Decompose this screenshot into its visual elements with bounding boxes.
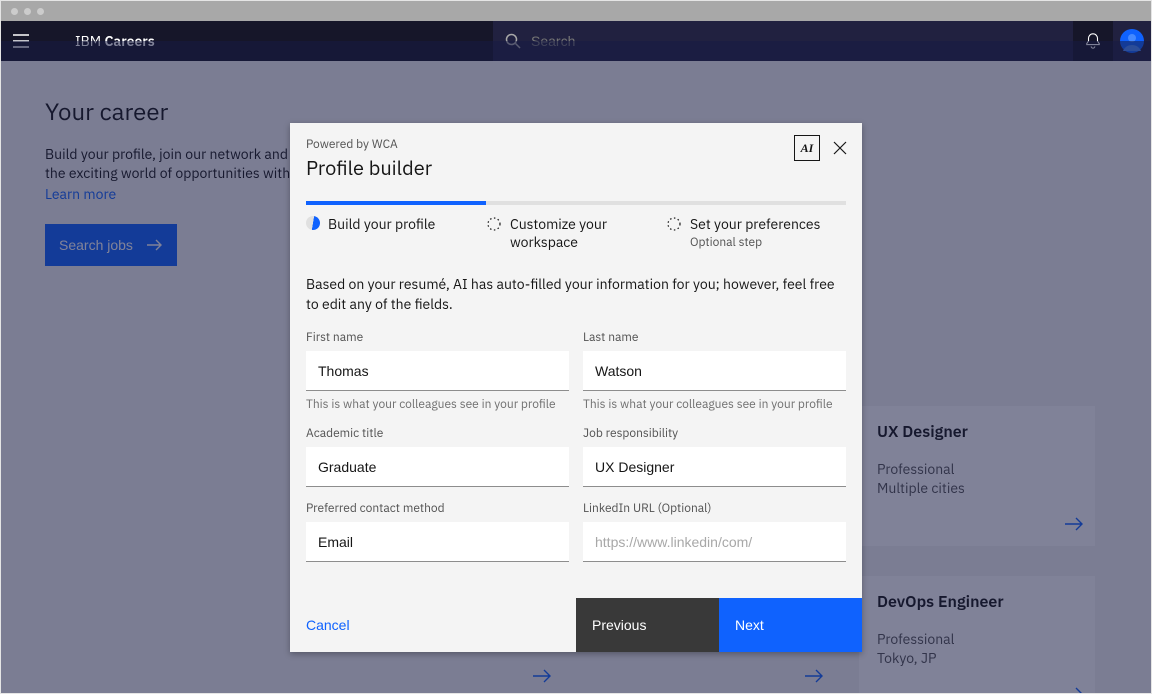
modal-title: Profile builder: [306, 154, 846, 181]
preferred-contact-label: Preferred contact method: [306, 501, 569, 516]
modal-intro: Based on your resumé, AI has auto-filled…: [306, 275, 846, 314]
job-responsibility-label: Job responsibility: [583, 426, 846, 441]
step-label: Customize your workspace: [510, 215, 607, 251]
step-customize-workspace[interactable]: Customize your workspace: [486, 215, 666, 251]
academic-title-label: Academic title: [306, 426, 569, 441]
cancel-button[interactable]: Cancel: [290, 598, 576, 652]
step-build-profile[interactable]: Build your profile: [306, 215, 486, 251]
step-label: Set your preferences: [690, 215, 820, 233]
step-label: Build your profile: [328, 215, 435, 233]
modal-subtitle: Powered by WCA: [306, 137, 846, 152]
last-name-hint: This is what your colleagues see in your…: [583, 397, 846, 412]
close-icon: [833, 141, 847, 155]
preferred-contact-field[interactable]: [306, 522, 569, 562]
step-pending-icon: [666, 216, 682, 232]
step-indicator-icon: [305, 215, 321, 231]
stepper: Build your profile Customize your worksp…: [290, 201, 862, 251]
linkedin-url-label: LinkedIn URL (Optional): [583, 501, 846, 516]
window-titlebar: [1, 1, 1151, 21]
close-button[interactable]: [828, 136, 852, 160]
step-pending-icon: [486, 216, 502, 232]
next-button[interactable]: Next: [719, 598, 862, 652]
first-name-field[interactable]: [306, 351, 569, 391]
linkedin-url-field[interactable]: [583, 522, 846, 562]
first-name-hint: This is what your colleagues see in your…: [306, 397, 569, 412]
traffic-light-icon: [11, 8, 18, 15]
academic-title-field[interactable]: [306, 447, 569, 487]
step-set-preferences[interactable]: Set your preferences Optional step: [666, 215, 846, 251]
ai-badge: AI: [794, 135, 820, 161]
job-responsibility-field[interactable]: [583, 447, 846, 487]
step-sublabel: Optional step: [690, 235, 820, 250]
last-name-label: Last name: [583, 330, 846, 345]
previous-button[interactable]: Previous: [576, 598, 719, 652]
traffic-light-icon: [37, 8, 44, 15]
profile-builder-modal: AI Powered by WCA Profile builder Build …: [290, 123, 862, 652]
traffic-light-icon: [24, 8, 31, 15]
last-name-field[interactable]: [583, 351, 846, 391]
first-name-label: First name: [306, 330, 569, 345]
